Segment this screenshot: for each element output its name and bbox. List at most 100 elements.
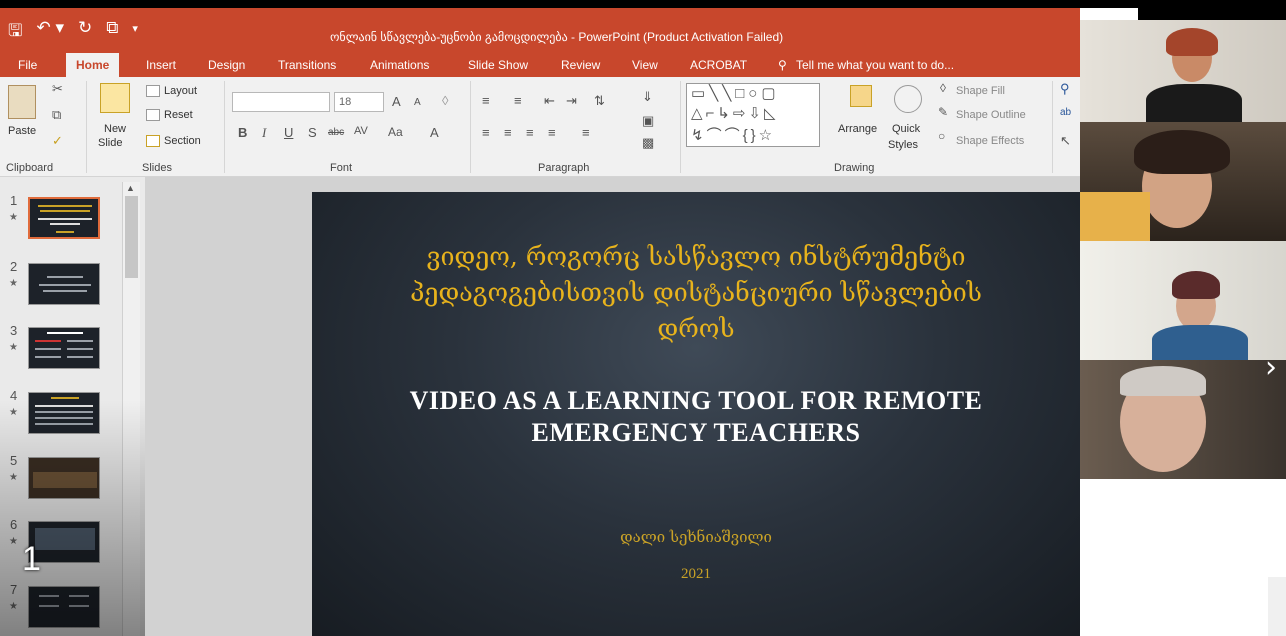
select-icon[interactable]: ↖ bbox=[1060, 133, 1071, 149]
save-icon[interactable]: 🖫 bbox=[8, 18, 22, 47]
window-title: ონლაინ სწავლება-უცნობი გამოცდილება - Pow… bbox=[330, 30, 784, 44]
participant-video-1 bbox=[1080, 20, 1286, 122]
shapes-row-2: △⌐↳⇨⇩◺ bbox=[691, 105, 779, 122]
tab-animations[interactable]: Animations bbox=[370, 58, 429, 72]
new-slide-label-2[interactable]: Slide bbox=[98, 137, 122, 149]
tab-design[interactable]: Design bbox=[208, 58, 245, 72]
clipboard-group-label: Clipboard bbox=[6, 162, 54, 174]
tab-slide-show[interactable]: Slide Show bbox=[468, 58, 528, 72]
text-direction-icon[interactable]: ⇓ bbox=[642, 89, 653, 105]
cut-icon[interactable]: ✂ bbox=[52, 81, 63, 97]
tab-acrobat[interactable]: ACROBAT bbox=[690, 58, 747, 72]
change-case-button[interactable]: Aa bbox=[388, 125, 403, 139]
arrange-button[interactable]: Arrange bbox=[838, 123, 877, 135]
line-spacing-icon[interactable]: ⇅ bbox=[594, 93, 605, 109]
thumbnail-number: 3 bbox=[10, 323, 18, 338]
shape-outline-button[interactable]: Shape Outline bbox=[956, 109, 1026, 121]
georgian-title-line-1[interactable]: ვიდეო, როგორც სასწავლო ინსტრუმენტი bbox=[312, 242, 1080, 272]
font-name-combo[interactable] bbox=[232, 92, 330, 112]
shape-outline-icon: ✎ bbox=[938, 105, 949, 119]
arrange-icon[interactable] bbox=[850, 85, 872, 107]
tab-view[interactable]: View bbox=[632, 58, 658, 72]
thumbnail-number: 1 bbox=[10, 193, 18, 208]
georgian-title-line-3[interactable]: დროს bbox=[312, 314, 1080, 344]
customize-qat-icon[interactable]: ▾ bbox=[132, 22, 138, 47]
clear-format-icon[interactable]: ◊ bbox=[442, 93, 448, 108]
tell-me-search[interactable]: Tell me what you want to do... bbox=[796, 58, 954, 72]
thumbnail-image[interactable] bbox=[28, 327, 100, 369]
font-color-button[interactable]: A bbox=[430, 125, 439, 140]
tab-insert[interactable]: Insert bbox=[146, 58, 176, 72]
quick-styles-icon[interactable] bbox=[894, 85, 922, 113]
shadow-button[interactable]: S bbox=[308, 125, 317, 140]
reset-button[interactable]: Reset bbox=[164, 109, 193, 121]
shape-effects-button[interactable]: Shape Effects bbox=[956, 135, 1024, 147]
english-title-line-1[interactable]: VIDEO AS A LEARNING TOOL FOR REMOTE bbox=[312, 386, 1080, 416]
right-scrollbar[interactable] bbox=[1268, 577, 1286, 636]
lightbulb-icon: ⚲ bbox=[778, 58, 787, 72]
slide-author[interactable]: დალი სეხნიაშვილი bbox=[312, 528, 1080, 546]
new-slide-icon[interactable] bbox=[100, 83, 130, 113]
font-group-label: Font bbox=[330, 162, 353, 174]
numbering-icon[interactable]: ≡ bbox=[514, 93, 522, 108]
next-participants-icon[interactable]: › bbox=[1265, 350, 1277, 385]
transition-star-icon: ★ bbox=[9, 278, 18, 289]
tab-transitions[interactable]: Transitions bbox=[278, 58, 336, 72]
layout-button[interactable]: Layout bbox=[164, 85, 197, 97]
columns-icon[interactable]: ≡ bbox=[582, 125, 590, 140]
slide-year[interactable]: 2021 bbox=[312, 566, 1080, 583]
bold-button[interactable]: B bbox=[238, 125, 247, 140]
replace-icon[interactable]: ab bbox=[1060, 107, 1071, 118]
paste-icon[interactable] bbox=[8, 85, 36, 119]
title-bar: 🖫 ↶ ▾ ↻ ⧉ ▾ ონლაინ სწავლება-უცნობი გამოც… bbox=[0, 8, 1080, 53]
font-size-combo[interactable]: 18 bbox=[334, 92, 384, 112]
shape-fill-button[interactable]: Shape Fill bbox=[956, 85, 1005, 97]
redo-icon[interactable]: ↻ bbox=[78, 18, 92, 47]
georgian-title-line-2[interactable]: პედაგოგებისთვის დისტანციური სწავლების bbox=[312, 278, 1080, 308]
english-title-line-2[interactable]: EMERGENCY TEACHERS bbox=[312, 418, 1080, 448]
italic-button[interactable]: I bbox=[262, 125, 266, 141]
align-text-icon[interactable]: ▣ bbox=[642, 113, 654, 129]
underline-button[interactable]: U bbox=[284, 125, 293, 140]
increase-indent-icon[interactable]: ⇥ bbox=[566, 93, 577, 109]
copy-icon[interactable]: ⧉ bbox=[52, 107, 61, 123]
justify-icon[interactable]: ≡ bbox=[548, 125, 556, 140]
align-left-icon[interactable]: ≡ bbox=[482, 125, 490, 140]
scroll-thumb[interactable] bbox=[125, 196, 138, 278]
reset-icon bbox=[146, 109, 160, 121]
shapes-gallery[interactable]: ▭╲╲□○▢ △⌐↳⇨⇩◺ ↯⌒⌒{}☆ bbox=[686, 83, 820, 147]
shape-fill-icon: ◊ bbox=[940, 81, 946, 95]
paste-button[interactable]: Paste bbox=[8, 125, 36, 137]
new-slide-label[interactable]: New bbox=[104, 123, 126, 135]
char-spacing-button[interactable]: AV bbox=[354, 125, 368, 137]
present-icon[interactable]: ⧉ bbox=[106, 18, 118, 47]
current-slide[interactable]: ვიდეო, როგორც სასწავლო ინსტრუმენტი პედაგ… bbox=[312, 192, 1080, 636]
quick-styles-label-2[interactable]: Styles bbox=[888, 139, 918, 151]
thumbnail-image[interactable] bbox=[28, 263, 100, 305]
format-painter-icon[interactable]: ✓ bbox=[52, 133, 63, 149]
participant-video-3 bbox=[1080, 241, 1286, 360]
shrink-font-button[interactable]: A bbox=[414, 97, 421, 108]
quick-styles-button[interactable]: Quick bbox=[892, 123, 920, 135]
find-icon[interactable]: ⚲ bbox=[1060, 81, 1070, 97]
scroll-up-icon[interactable]: ▲ bbox=[126, 183, 135, 193]
align-right-icon[interactable]: ≡ bbox=[526, 125, 534, 140]
section-button[interactable]: Section bbox=[164, 135, 201, 147]
strikethrough-button[interactable]: abc bbox=[328, 127, 344, 138]
tab-file[interactable]: File bbox=[18, 58, 37, 72]
tab-home[interactable]: Home bbox=[66, 53, 120, 77]
slides-group-label: Slides bbox=[142, 162, 172, 174]
thumbnail-image[interactable] bbox=[28, 197, 100, 239]
undo-icon[interactable]: ↶ ▾ bbox=[36, 18, 64, 47]
smartart-icon[interactable]: ▩ bbox=[642, 135, 654, 151]
thumbnail-number: 2 bbox=[10, 259, 18, 274]
top-strip bbox=[0, 0, 1286, 8]
bullets-icon[interactable]: ≡ bbox=[482, 93, 490, 108]
transition-star-icon: ★ bbox=[9, 342, 18, 353]
tab-review[interactable]: Review bbox=[561, 58, 600, 72]
layout-icon bbox=[146, 85, 160, 97]
grow-font-button[interactable]: A bbox=[392, 94, 401, 109]
ribbon-tabs: File Home Insert Design Transitions Anim… bbox=[0, 53, 1080, 77]
align-center-icon[interactable]: ≡ bbox=[504, 125, 512, 140]
decrease-indent-icon[interactable]: ⇤ bbox=[544, 93, 555, 109]
